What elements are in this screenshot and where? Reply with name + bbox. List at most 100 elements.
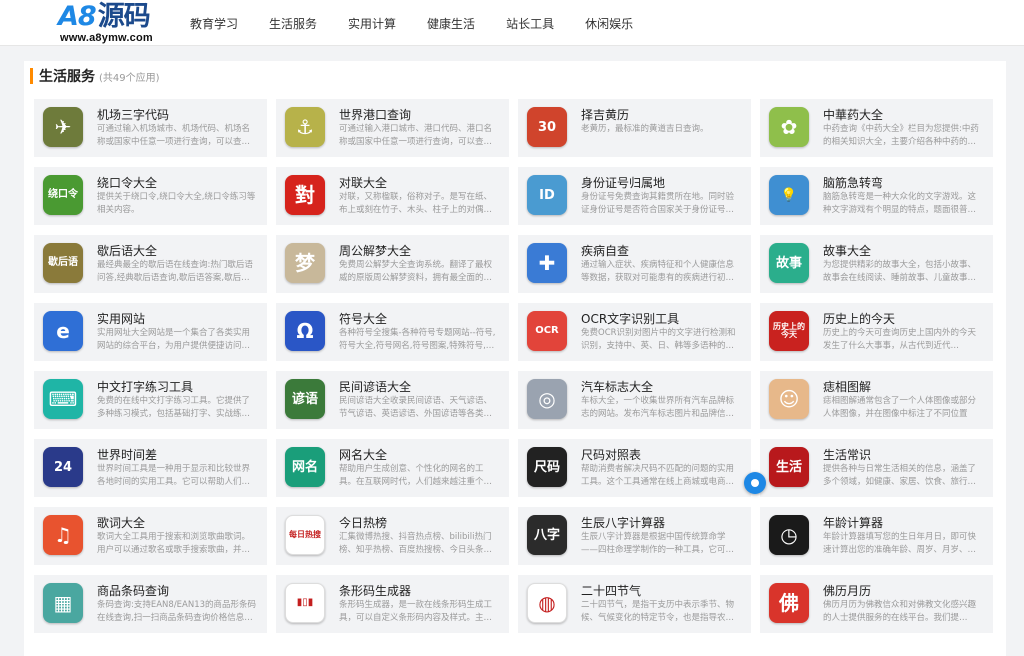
app-card[interactable]: 佛佛历月历 佛历月历为佛教信众和对佛教文化感兴趣的人士提供服务的在线平台。我们提… <box>760 575 993 633</box>
app-description: 历史上的今天可查询历史上国内外的今天发生了什么大事事，从古代到近代… <box>823 328 977 351</box>
app-card[interactable]: e 实用网站 实用网址大全网站是一个集合了各类实用网站的综合平台，为用户提供便捷访问… <box>34 303 267 361</box>
bazi-icon: 八字 <box>527 515 567 555</box>
tongue-twister-icon: 绕口令 <box>43 175 83 215</box>
buddhist-calendar-icon: 佛 <box>769 583 809 623</box>
floating-chat-button[interactable] <box>744 472 766 494</box>
app-card[interactable]: 💡 脑筋急转弯 脑筋急转弯是一种大众化的文字游戏。这种文字游戏有个明显的特点，题面很… <box>760 167 993 225</box>
app-title: 痣相图解 <box>823 380 872 394</box>
app-card[interactable]: ID 身份证号归属地身份证号免费查询其籍贯所在地。同时验证身份证号是否符合国家关于… <box>518 167 751 225</box>
app-card[interactable]: ☺ 痣相图解 痣相图解通常包含了一个人体图像或部分人体图像，并在图像中标注了不同位置… <box>760 371 993 429</box>
nav-item-life-service[interactable]: 生活服务 <box>269 15 317 32</box>
app-title: 生辰八字计算器 <box>581 516 666 530</box>
nav-item-entertainment[interactable]: 休闲娱乐 <box>585 15 633 32</box>
app-card[interactable]: ⌨ 中文打字练习工具 免费的在线中文打字练习工具。它提供了多种练习模式，包括基础打字… <box>34 371 267 429</box>
app-title: 生活常识 <box>823 448 872 462</box>
app-title: 历史上的今天 <box>823 312 896 326</box>
app-title: 对联大全 <box>339 176 388 190</box>
app-card[interactable]: ✈ 机场三字代码 可通过输入机场城市、机场代码、机场名称或国家中任意一项进行查询，可… <box>34 99 267 157</box>
app-description: 汇集微博热搜、抖音热点榜、bilibili热门榜、知乎热榜、百度热搜榜、今日头条… <box>339 532 493 555</box>
app-card[interactable]: 谚语 民间谚语大全 民间谚语大全收录民间谚语、天气谚语、节气谚语、英语谚语、外国谚语… <box>276 371 509 429</box>
app-description: 免费周公解梦大全查询系统。翻译了最权威的原版周公解梦资料，拥有最全面的… <box>339 260 493 283</box>
app-description: 世界时间工具是一种用于显示和比较世界各地时间的实用工具。它可以帮助人们… <box>97 464 251 487</box>
app-title: 歌词大全 <box>97 516 146 530</box>
app-description: 对联，又称楹联，俗称对子。是写在纸、布上或刻在竹子、木头、柱子上的对偶… <box>339 192 493 215</box>
app-title: 实用网站 <box>97 312 146 326</box>
nav-item-health[interactable]: 健康生活 <box>427 15 475 32</box>
app-card[interactable]: 對对联大全对联，又称楹联，俗称对子。是写在纸、布上或刻在竹子、木头、柱子上的对偶… <box>276 167 509 225</box>
id-card-icon: ID <box>527 175 567 215</box>
app-title: 年龄计算器 <box>823 516 884 530</box>
history-today-icon: 历史上的今天 <box>769 311 809 351</box>
xiehouyu-icon: 歇后语 <box>43 243 83 283</box>
app-description: 提供关于绕口令,绕口令大全,绕口令练习等相关内容。 <box>97 192 256 215</box>
app-card[interactable]: 历史上的今天 历史上的今天 历史上的今天可查询历史上国内外的今天发生了什么大事事，从… <box>760 303 993 361</box>
app-description: 身份证号免费查询其籍贯所在地。同时验证身份证号是否符合国家关于身份证号… <box>581 192 735 215</box>
app-card[interactable]: 故事 故事大全 为您提供精彩的故事大全，包括小故事、故事会在线阅读、睡前故事、儿童故… <box>760 235 993 293</box>
app-title: 条形码生成器 <box>339 584 412 598</box>
age-clock-icon: ◷ <box>769 515 809 555</box>
app-card[interactable]: ⚓ 世界港口查询 可通过输入港口城市、港口代码、港口名称或国家中任意一项进行查询，可… <box>276 99 509 157</box>
barcode-icon: ▮▯▮ <box>285 583 325 623</box>
car-logo-icon: ◎ <box>527 379 567 419</box>
nav-item-education[interactable]: 教育学习 <box>190 15 238 32</box>
app-description: 老黄历，最标准的黄道吉日查询。 <box>581 124 709 134</box>
section-header: 生活服务 (共49个应用) <box>30 67 160 85</box>
app-card[interactable]: ✿ 中華药大全 中药查询《中药大全》栏目为您提供:中药的相关知识大全，主要介绍各种中… <box>760 99 993 157</box>
app-description: 帮助消费者解决尺码不匹配的问题的实用工具。这个工具通常在线上商城或电商… <box>581 464 735 487</box>
app-card[interactable]: OCR OCR文字识别工具 免费OCR识别对图片中的文字进行检测和识别，支持中、英、… <box>518 303 751 361</box>
app-description: 年龄计算器填写您的生日年月日，即可快速计算出您的准确年龄、周岁、月岁、… <box>823 532 977 555</box>
app-card[interactable]: ♫ 歌词大全 歌词大全工具用于搜索和浏览歌曲歌词。用户可以通过歌名或歌手搜索歌曲，并… <box>34 507 267 565</box>
app-title: 周公解梦大全 <box>339 244 412 258</box>
app-title: 疾病自查 <box>581 244 630 258</box>
app-card[interactable]: ▮▯▮ 条形码生成器条形码生成器，是一款在线条形码生成工具，可以自定义条形码内容及… <box>276 575 509 633</box>
nav-item-calculation[interactable]: 实用计算 <box>348 15 396 32</box>
app-title: OCR文字识别工具 <box>581 312 680 326</box>
app-card[interactable]: 歇后语 歇后语大全 最经典最全的歇后语在线查询:热门歇后语问答,经典歇后语查询,歇后… <box>34 235 267 293</box>
app-card[interactable]: ▦ 商品条码查询 条码查询:支持EAN8/EAN13的商品形条码在线查询,扫一扫商品… <box>34 575 267 633</box>
app-title: 中華药大全 <box>823 108 884 122</box>
app-title: 身份证号归属地 <box>581 176 666 190</box>
app-title: 今日热榜 <box>339 516 388 530</box>
app-card[interactable]: 24 世界时间差 世界时间工具是一种用于显示和比较世界各地时间的实用工具。它可以帮助… <box>34 439 267 497</box>
app-title: 择吉黄历 <box>581 108 630 122</box>
app-description: 提供各种与日常生活相关的信息，涵盖了多个领域，如健康、家居、饮食、旅行… <box>823 464 977 487</box>
app-card[interactable]: ✚ 疾病自查 通过输入症状、疾病特征和个人健康信息等数据，获取对可能患有的疾病进行初… <box>518 235 751 293</box>
app-card[interactable]: ◎ 汽车标志大全 车标大全，一个收集世界所有汽车品牌标志的网站。发布汽车标志图片和品… <box>518 371 751 429</box>
calendar-30-icon: 30 <box>527 107 567 147</box>
app-description: 脑筋急转弯是一种大众化的文字游戏。这种文字游戏有个明显的特点，题面很普… <box>823 192 977 215</box>
app-description: 可通过输入机场城市、机场代码、机场名称或国家中任意一项进行查询，可以查… <box>97 124 251 147</box>
herb-map-icon: ✿ <box>769 107 809 147</box>
lightbulb-icon: 💡 <box>769 175 809 215</box>
app-title: 二十四节气 <box>581 584 642 598</box>
app-title: 佛历月历 <box>823 584 872 598</box>
app-card[interactable]: 梦周公解梦大全 免费周公解梦大全查询系统。翻译了最权威的原版周公解梦资料，拥有最全… <box>276 235 509 293</box>
app-card[interactable]: 网名 网名大全 帮助用户生成创意、个性化的网名的工具。在互联网时代，人们越来越注重个… <box>276 439 509 497</box>
app-description: 生辰八字计算器是根据中国传统算命学——四柱命理学制作的一种工具，它可… <box>581 532 735 555</box>
app-card[interactable]: 每日热搜 今日热榜 汇集微博热搜、抖音热点榜、bilibili热门榜、知乎热榜、百度… <box>276 507 509 565</box>
app-card[interactable]: Ω 符号大全 各种符号全搜集-各种符号专题网站--符号,符号大全,符号网名,符号图案… <box>276 303 509 361</box>
app-card[interactable]: 30 择吉黄历老黄历，最标准的黄道吉日查询。 <box>518 99 751 157</box>
app-title: 歇后语大全 <box>97 244 158 258</box>
app-title: 商品条码查询 <box>97 584 170 598</box>
app-card[interactable]: 绕口令 绕口令大全 提供关于绕口令,绕口令大全,绕口令练习等相关内容。 <box>34 167 267 225</box>
app-card[interactable]: 八字 生辰八字计算器生辰八字计算器是根据中国传统算命学——四柱命理学制作的一种工具… <box>518 507 751 565</box>
logo-url: www.a8ymw.com <box>60 32 153 44</box>
section-title: 生活服务 <box>39 69 95 85</box>
app-description: 各种符号全搜集-各种符号专题网站--符号,符号大全,符号网名,符号图案,特殊符号… <box>339 328 496 351</box>
app-description: 歌词大全工具用于搜索和浏览歌曲歌词。用户可以通过歌名或歌手搜索歌曲，并… <box>97 532 251 555</box>
app-card[interactable]: ◍ 二十四节气 二十四节气，是指干支历中表示季节、物候、气候变化的特定节令，也是指导… <box>518 575 751 633</box>
app-description: 条形码生成器，是一款在线条形码生成工具，可以自定义条形码内容及样式。主… <box>339 600 493 623</box>
app-card[interactable]: ◷ 年龄计算器年龄计算器填写您的生日年月日，即可快速计算出您的准确年龄、周岁、月岁… <box>760 507 993 565</box>
app-card[interactable]: 尺码 尺码对照表 帮助消费者解决尺码不匹配的问题的实用工具。这个工具通常在线上商城或… <box>518 439 751 497</box>
app-title: 故事大全 <box>823 244 872 258</box>
app-card[interactable]: 生活 生活常识 提供各种与日常生活相关的信息，涵盖了多个领域，如健康、家居、饮食、旅… <box>760 439 993 497</box>
site-logo[interactable]: A8源码 www.a8ymw.com <box>56 0 166 46</box>
app-description: 条码查询:支持EAN8/EAN13的商品形条码在线查询,扫一扫商品条码查询价格信… <box>97 600 257 623</box>
app-title: 尺码对照表 <box>581 448 642 462</box>
app-title: 汽车标志大全 <box>581 380 654 394</box>
section-count: (共49个应用) <box>99 72 160 84</box>
couplet-icon: 對 <box>285 175 325 215</box>
app-description: 帮助用户生成创意、个性化的网名的工具。在互联网时代，人们越来越注重个… <box>339 464 493 487</box>
app-list-panel: 生活服务 (共49个应用) ✈ 机场三字代码 可通过输入机场城市、机场代码、机场名称… <box>24 61 1006 656</box>
nav-item-webmaster-tools[interactable]: 站长工具 <box>506 15 554 32</box>
